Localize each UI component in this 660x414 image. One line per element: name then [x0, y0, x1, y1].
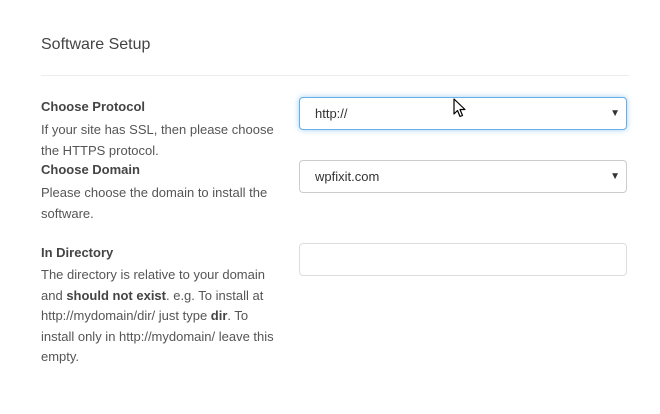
dropdown-caret-icon: ▼	[610, 171, 620, 182]
directory-desc-emphasis: dir	[210, 308, 228, 323]
directory-description: The directory is relative to your domain…	[41, 265, 276, 368]
directory-input[interactable]	[299, 243, 627, 276]
protocol-select-value: http://	[315, 106, 348, 121]
directory-label: In Directory	[41, 245, 114, 260]
protocol-description: If your site has SSL, then please choose…	[41, 122, 274, 158]
mouse-pointer-icon	[453, 98, 466, 118]
domain-select-value: wpfixit.com	[315, 169, 380, 184]
protocol-label: Choose Protocol	[41, 99, 146, 114]
domain-label: Choose Domain	[41, 162, 140, 177]
section-divider	[41, 75, 629, 76]
domain-select[interactable]: wpfixit.com ▼	[299, 160, 627, 193]
dropdown-caret-icon: ▼	[610, 108, 620, 119]
directory-desc-emphasis: should not exist	[66, 287, 166, 303]
section-title: Software Setup	[41, 36, 151, 53]
domain-description: Please choose the domain to install the …	[41, 185, 268, 221]
